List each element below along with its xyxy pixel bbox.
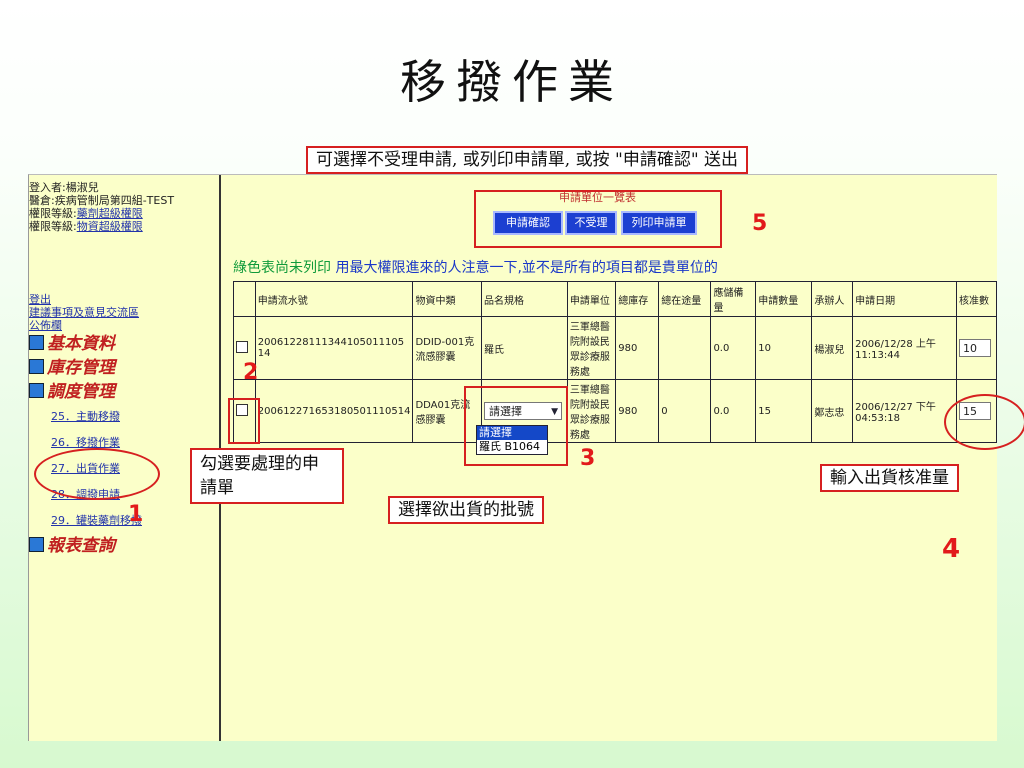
cell-in-transit: 0	[658, 379, 712, 443]
section-basic[interactable]: 基本資料	[29, 332, 142, 356]
cell-in-transit	[658, 316, 712, 380]
header-in-transit: 總在途量	[658, 281, 712, 317]
section-basic-label: 基本資料	[47, 334, 115, 354]
section-dispatch[interactable]: 調度管理	[29, 380, 142, 404]
cell-reserve: 0.0	[710, 316, 757, 380]
table-row: 200612271653180501110514 DDA01克流感膠囊 請選擇 ▼…	[233, 379, 997, 443]
header-category: 物資中類	[412, 281, 483, 317]
suggestion-link[interactable]: 建議事項及意見交流區	[29, 306, 139, 319]
logout-link[interactable]: 登出	[29, 293, 51, 306]
section-inventory-label: 庫存管理	[47, 358, 115, 378]
section-basic-icon	[29, 335, 44, 350]
header-serial: 申請流水號	[254, 281, 414, 317]
approved-input[interactable]: 10	[959, 339, 992, 357]
permission-drug-link[interactable]: 藥劑超級權限	[77, 207, 143, 220]
top-callout: 可選擇不受理申請, 或列印申請單, 或按 "申請確認" 送出	[306, 146, 749, 174]
batch-highlight	[464, 386, 568, 466]
cell-serial: 20061228111344105011105 14	[254, 316, 414, 380]
slide-title: 移撥作業	[400, 55, 624, 109]
approve-callout: 輸入出貨核准量	[820, 464, 959, 492]
cell-qty: 15	[755, 379, 813, 443]
header-qty: 申請數量	[755, 281, 813, 317]
cell-date: 2006/12/28 上午 11:13:44	[852, 316, 958, 380]
section-dispatch-label: 調度管理	[47, 382, 115, 402]
request-table: 申請流水號 物資中類 品名規格 申請單位 總庫存 總在途量 應儲備量 申請數量 …	[233, 281, 997, 443]
cell-stock: 980	[615, 379, 660, 443]
batch-callout: 選擇欲出貨的批號	[388, 496, 544, 524]
marker-2: 2	[243, 360, 259, 385]
header-unit: 申請單位	[566, 281, 617, 317]
cell-date: 2006/12/27 下午 04:53:18	[852, 379, 958, 443]
menu-item-active-transfer[interactable]: 25．主動移撥	[51, 410, 120, 423]
warehouse: 醫倉:疾病管制局第四組-TEST	[29, 194, 175, 207]
cell-unit: 三軍總醫院附設民眾診療服務處	[566, 316, 617, 380]
cell-serial: 200612271653180501110514	[254, 379, 414, 443]
section-inventory-icon	[29, 359, 44, 374]
cell-stock: 980	[615, 316, 660, 380]
cell-reserve: 0.0	[710, 379, 757, 443]
notice-blue: 用最大權限進來的人注意一下,並不是所有的項目都是貴單位的	[331, 260, 718, 276]
section-reports-label: 報表查詢	[47, 536, 115, 556]
row-checkbox[interactable]	[236, 340, 248, 353]
login-user: 登入者:楊淑兒	[29, 181, 99, 194]
approve-highlight	[944, 394, 1024, 450]
header-stock: 總庫存	[615, 281, 660, 317]
notice-text: 綠色表尚未列印 用最大權限進來的人注意一下,並不是所有的項目都是貴單位的	[233, 257, 718, 277]
header-reserve: 應儲備量	[710, 281, 757, 317]
sidebar-links: 登出 建議事項及意見交流區 公佈欄 基本資料 庫存管理 調度管理 25．主動移撥…	[29, 293, 142, 558]
notice-green: 綠色表尚未列印	[233, 260, 331, 276]
header-date: 申請日期	[852, 281, 958, 317]
check-callout: 勾選要處理的申請單	[190, 448, 344, 504]
section-inventory[interactable]: 庫存管理	[29, 356, 142, 380]
marker-3: 3	[580, 446, 596, 471]
checkbox-highlight	[228, 398, 260, 444]
cell-qty: 10	[755, 316, 813, 380]
section-dispatch-icon	[29, 383, 44, 398]
user-info: 登入者:楊淑兒 醫倉:疾病管制局第四組-TEST 權限等級:藥劑超級權限 權限等…	[29, 181, 215, 233]
section-reports[interactable]: 報表查詢	[29, 534, 142, 558]
permission-drug: 權限等級:藥劑超級權限	[29, 207, 215, 220]
table-header-row: 申請流水號 物資中類 品名規格 申請單位 總庫存 總在途量 應儲備量 申請數量 …	[233, 281, 997, 317]
header-item: 品名規格	[481, 281, 568, 317]
cell-category: DDID-001克流感膠囊	[412, 316, 483, 380]
permission-material-label: 權限等級:	[29, 220, 77, 233]
permission-drug-label: 權限等級:	[29, 207, 77, 220]
marker-4: 4	[942, 534, 961, 564]
cell-unit: 三軍總醫院附設民眾診療服務處	[566, 379, 617, 443]
cell-handler: 鄭志忠	[811, 379, 854, 443]
section-reports-icon	[29, 537, 44, 552]
cell-item: 羅氏	[481, 316, 568, 380]
header-handler: 承辦人	[811, 281, 854, 317]
marker-5: 5	[752, 211, 768, 236]
bulletin-link[interactable]: 公佈欄	[29, 319, 62, 332]
header-approved: 核准數	[956, 281, 997, 317]
marker-1: 1	[128, 502, 144, 527]
cell-handler: 楊淑兒	[811, 316, 854, 380]
header-select	[233, 281, 256, 317]
menu-item-transfer-operation[interactable]: 26．移撥作業	[51, 436, 120, 449]
permission-material-link[interactable]: 物資超級權限	[77, 220, 143, 233]
menu-highlight	[34, 448, 160, 500]
table-row: 20061228111344105011105 14 DDID-001克流感膠囊…	[233, 316, 997, 380]
buttons-highlight	[474, 190, 722, 248]
permission-material: 權限等級:物資超級權限	[29, 220, 215, 233]
